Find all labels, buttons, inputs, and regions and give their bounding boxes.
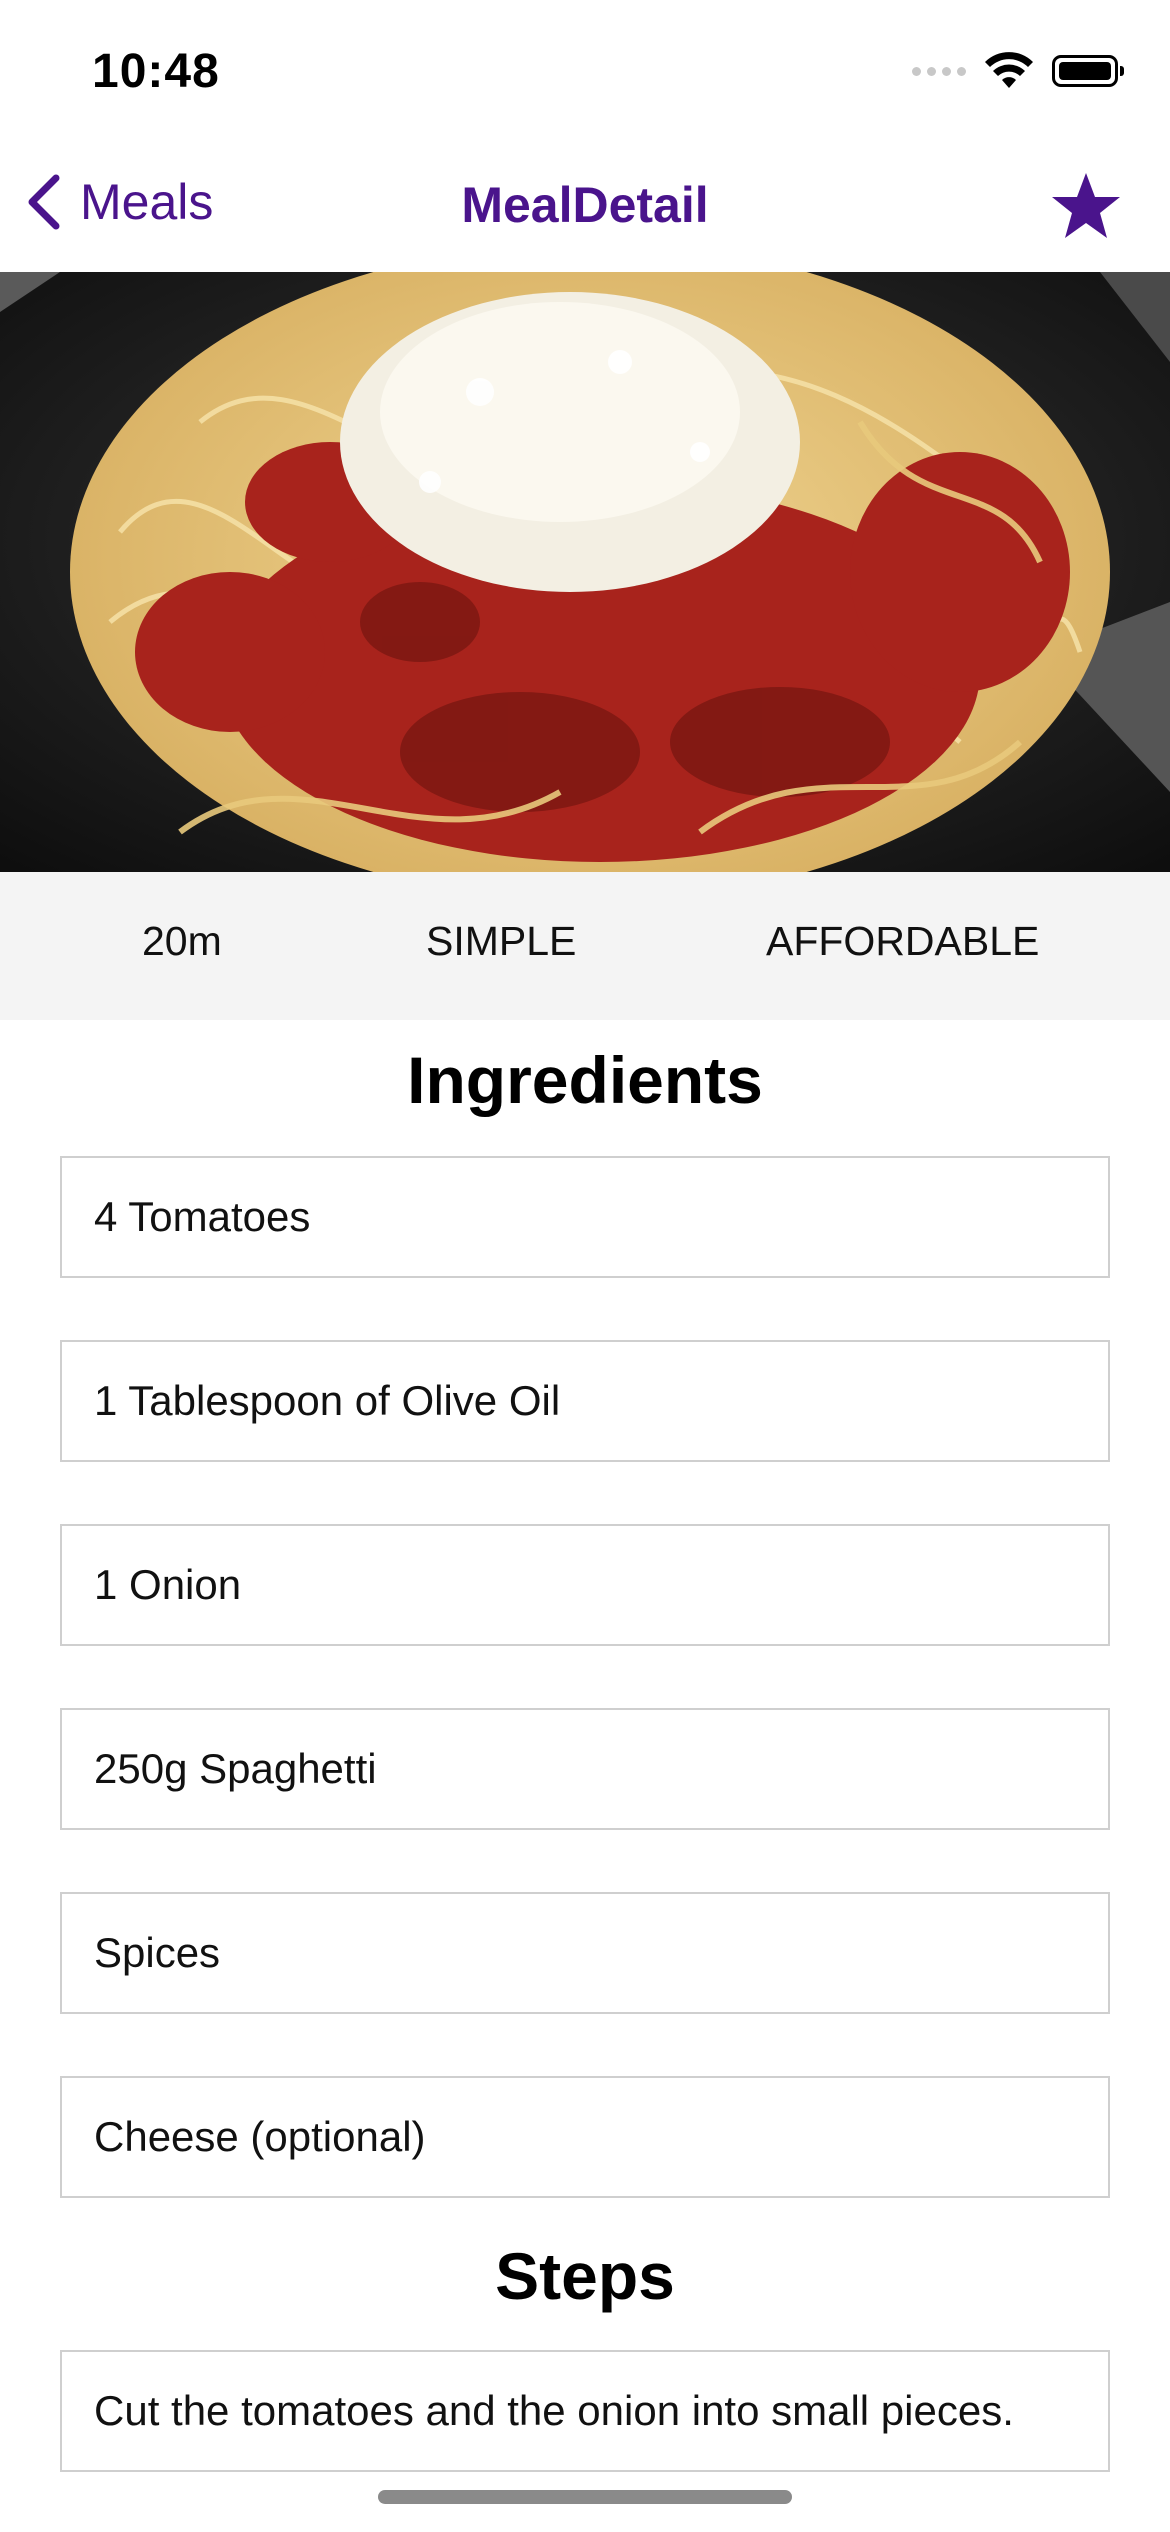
page-title: MealDetail [461,177,709,233]
meal-affordability: AFFORDABLE [766,918,1040,964]
step-item: Cut the tomatoes and the onion into smal… [60,2350,1110,2472]
navigation-bar: Meals MealDetail [0,150,1170,272]
ingredient-item: Cheese (optional) [60,2076,1110,2198]
meal-details-bar: 20m SIMPLE AFFORDABLE [0,872,1170,1020]
cellular-signal-icon [912,66,966,76]
ingredient-item: Spices [60,1892,1110,2014]
battery-icon [1052,55,1124,87]
ingredient-item: 1 Tablespoon of Olive Oil [60,1340,1110,1462]
wifi-icon [985,52,1033,88]
steps-title: Steps [495,2239,675,2313]
meal-complexity: SIMPLE [426,918,577,964]
meal-image [0,272,1170,872]
ingredient-item: 250g Spaghetti [60,1708,1110,1830]
meal-duration: 20m [142,918,222,964]
ingredient-item: 4 Tomatoes [60,1156,1110,1278]
status-icons [912,52,1124,90]
status-bar: 10:48 [0,0,1170,140]
star-icon[interactable] [1050,170,1122,242]
home-indicator[interactable] [378,2490,792,2504]
ingredients-title: Ingredients [407,1043,763,1117]
ingredient-item: 1 Onion [60,1524,1110,1646]
status-time: 10:48 [92,45,220,98]
